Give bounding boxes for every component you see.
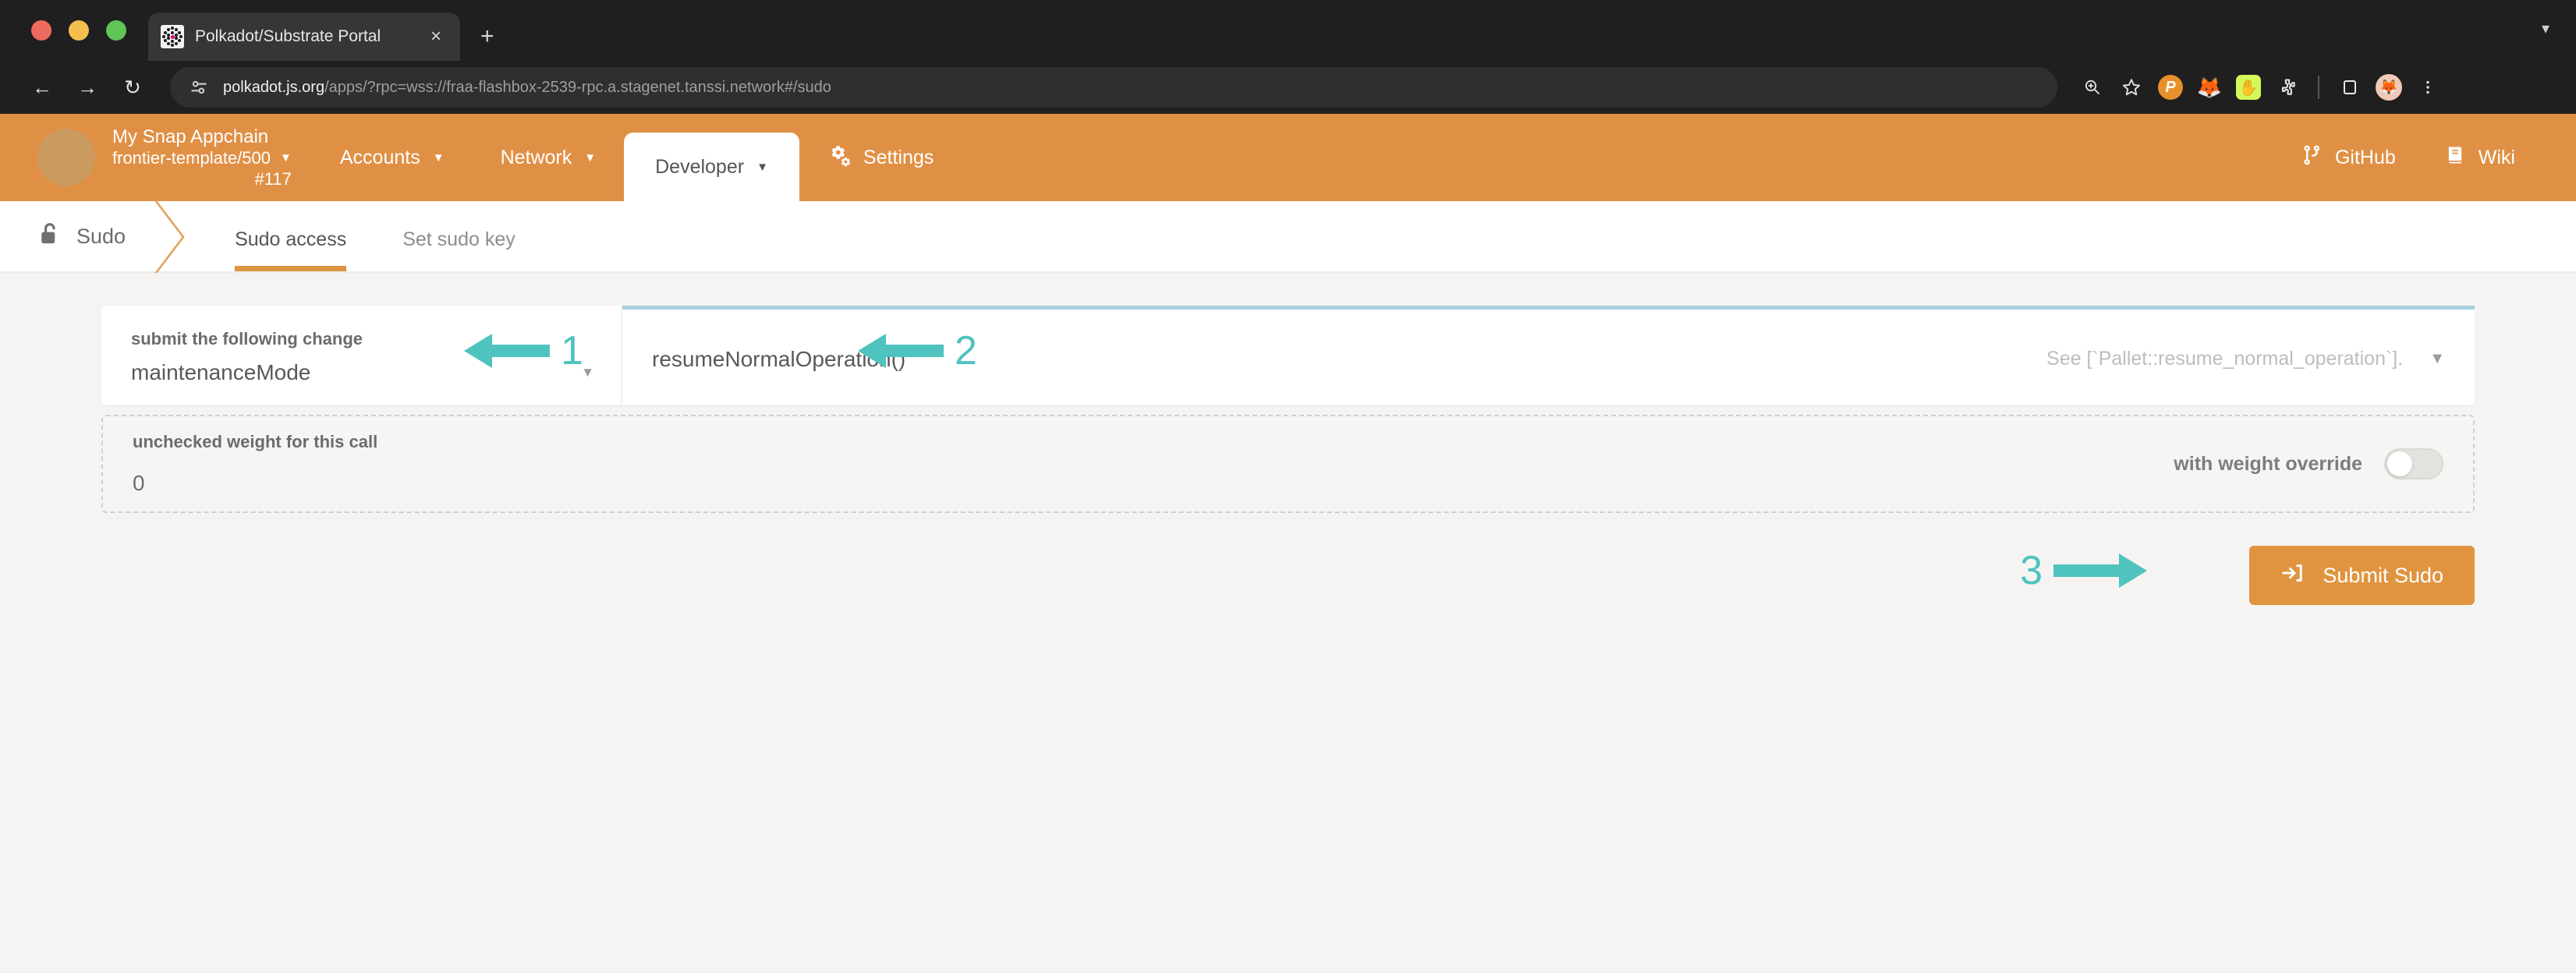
- browser-toolbar-actions: P 🦊 ✋ 🦊: [2075, 69, 2446, 105]
- profile-avatar-icon[interactable]: 🦊: [2371, 69, 2407, 105]
- gears-icon: [827, 143, 851, 172]
- nav-item-network[interactable]: Network ▼: [473, 114, 625, 201]
- metamask-extension-icon[interactable]: 🦊: [2192, 69, 2227, 105]
- window-maximize-button[interactable]: [106, 20, 126, 41]
- nav-item-developer[interactable]: Developer ▼: [624, 133, 799, 201]
- main-content: submit the following change maintenanceM…: [0, 273, 2576, 973]
- weight-override-toggle[interactable]: [2384, 448, 2443, 479]
- new-tab-button[interactable]: +: [480, 25, 494, 48]
- submit-sudo-button[interactable]: Submit Sudo: [2249, 546, 2475, 605]
- submit-sudo-label: Submit Sudo: [2323, 563, 2443, 587]
- weight-override-label: with weight override: [2174, 452, 2362, 475]
- annotation-number: 3: [2020, 548, 2043, 593]
- pallet-label: submit the following change: [131, 329, 363, 349]
- nav-item-label: Network: [500, 146, 572, 168]
- zoom-search-icon[interactable]: [2075, 69, 2110, 105]
- nav-item-accounts[interactable]: Accounts ▼: [312, 114, 473, 201]
- browser-tab-title: Polkadot/Substrate Portal: [195, 27, 381, 45]
- url-host: polkadot.js.org: [223, 78, 325, 96]
- nav-item-label: Accounts: [339, 146, 420, 168]
- chain-selector[interactable]: My Snap Appchain frontier-template/500 ▼…: [0, 114, 312, 201]
- nav-link-label: Wiki: [2478, 146, 2515, 168]
- browser-menu-icon[interactable]: [2410, 69, 2446, 105]
- unlock-padlock-icon: [37, 221, 61, 253]
- tab-label: Sudo access: [235, 228, 347, 250]
- call-value: resumeNormalOperation(): [652, 346, 906, 371]
- chevron-down-icon: ▼: [757, 160, 768, 174]
- polkadot-dots-icon: [161, 25, 184, 48]
- pallet-value: maintenanceMode: [131, 360, 311, 384]
- browser-toolbar: ← → ↻ polkadot.js.org/apps/?rpc=wss://fr…: [0, 61, 2576, 114]
- bookmark-star-icon[interactable]: [2114, 69, 2149, 105]
- call-hint-row: See [`Pallet::resume_normal_operation`].…: [2046, 348, 2445, 370]
- close-icon[interactable]: ×: [424, 27, 448, 46]
- side-panel-icon[interactable]: [2332, 69, 2368, 105]
- chevron-down-icon[interactable]: ▼: [2429, 350, 2445, 368]
- chevron-down-icon[interactable]: ▾: [2542, 19, 2549, 38]
- page-tabbar: Sudo Sudo access Set sudo key: [0, 201, 2576, 273]
- weight-field[interactable]: unchecked weight for this call 0: [133, 432, 377, 496]
- chevron-down-icon: ▼: [432, 150, 445, 165]
- page-title: Sudo: [0, 201, 160, 271]
- reload-icon[interactable]: ↻: [112, 67, 153, 108]
- call-dropdown[interactable]: resumeNormalOperation() See [`Pallet::re…: [622, 306, 2475, 405]
- weight-value: 0: [133, 471, 145, 495]
- chain-name: My Snap Appchain: [112, 126, 269, 147]
- chain-info: My Snap Appchain frontier-template/500 ▼…: [112, 126, 292, 190]
- nav-item-settings[interactable]: Settings: [799, 114, 962, 201]
- tabbar-chevron-divider: [154, 201, 207, 273]
- back-icon[interactable]: ←: [22, 67, 62, 108]
- pallet-value-row: maintenanceMode ▼: [131, 360, 594, 385]
- chain-spec-row: frontier-template/500 ▼: [112, 148, 292, 169]
- code-branch-icon: [2301, 144, 2323, 172]
- submit-row: 3 Submit Sudo: [101, 546, 2475, 605]
- nav-link-github[interactable]: GitHub: [2284, 144, 2413, 172]
- toggle-knob: [2387, 451, 2412, 476]
- app-navbar: My Snap Appchain frontier-template/500 ▼…: [0, 114, 2576, 201]
- address-bar-url: polkadot.js.org/apps/?rpc=wss://fraa-fla…: [223, 79, 831, 97]
- address-bar[interactable]: polkadot.js.org/apps/?rpc=wss://fraa-fla…: [170, 67, 2057, 108]
- app-nav-items: Accounts ▼ Network ▼ Developer ▼ Setting…: [312, 114, 962, 201]
- pallet-dropdown[interactable]: submit the following change maintenanceM…: [101, 306, 622, 405]
- nav-item-label: Settings: [863, 146, 934, 168]
- call-hint-text: See [`Pallet::resume_normal_operation`].: [2046, 348, 2404, 370]
- nav-link-wiki[interactable]: Wiki: [2427, 144, 2532, 172]
- tab-sudo-access[interactable]: Sudo access: [207, 201, 374, 271]
- url-path: /apps/?rpc=wss://fraa-flashbox-2539-rpc.…: [324, 78, 831, 96]
- call-selector-card: submit the following change maintenanceM…: [101, 306, 2475, 405]
- arrow-right-icon: [2053, 554, 2147, 588]
- chevron-down-icon[interactable]: ▼: [280, 151, 292, 165]
- forward-icon[interactable]: →: [67, 67, 108, 108]
- chain-block-number: #117: [254, 168, 292, 189]
- nav-link-label: GitHub: [2334, 146, 2396, 168]
- page-settings-icon[interactable]: [187, 76, 211, 99]
- chevron-down-icon: ▼: [584, 150, 597, 165]
- nav-item-label: Developer: [655, 155, 745, 178]
- chain-spec: frontier-template/500: [112, 147, 271, 168]
- tab-set-sudo-key[interactable]: Set sudo key: [374, 201, 544, 271]
- window-minimize-button[interactable]: [69, 20, 89, 41]
- chain-logo: [37, 129, 95, 186]
- browser-tabstrip: Polkadot/Substrate Portal × + ▾: [0, 0, 2576, 61]
- book-icon: [2444, 144, 2466, 172]
- toolbar-divider: [2318, 76, 2319, 99]
- weight-override-control: with weight override: [2174, 448, 2443, 479]
- sign-in-arrow-icon: [2280, 561, 2304, 590]
- talisman-extension-icon[interactable]: ✋: [2231, 69, 2266, 105]
- weight-label: unchecked weight for this call: [133, 432, 378, 451]
- window-close-button[interactable]: [31, 20, 51, 41]
- extensions-puzzle-icon[interactable]: [2270, 69, 2305, 105]
- chevron-down-icon[interactable]: ▼: [581, 365, 594, 380]
- annotation-3: 3: [2020, 549, 2147, 593]
- browser-chrome: Polkadot/Substrate Portal × + ▾ ← → ↻ po…: [0, 0, 2576, 114]
- polkadot-extension-icon[interactable]: P: [2153, 69, 2188, 105]
- page-title-label: Sudo: [76, 224, 126, 248]
- app-nav-right: GitHub Wiki: [2284, 114, 2576, 201]
- tab-label: Set sudo key: [402, 228, 516, 250]
- browser-tab-active[interactable]: Polkadot/Substrate Portal ×: [148, 12, 460, 61]
- window-traffic-lights: [31, 20, 126, 41]
- weight-card: unchecked weight for this call 0 with we…: [101, 415, 2475, 513]
